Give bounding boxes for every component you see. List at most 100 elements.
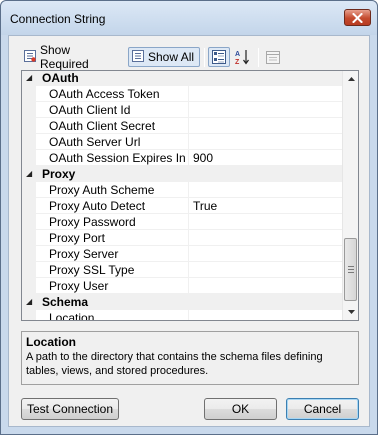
property-value[interactable] — [189, 262, 344, 278]
collapse-icon[interactable]: ◢ — [26, 74, 32, 82]
property-name[interactable]: Location — [36, 310, 189, 320]
row-gutter — [22, 86, 36, 102]
property-value[interactable] — [189, 246, 344, 262]
category-row[interactable]: ◢ Proxy — [22, 166, 344, 182]
all-list-icon — [132, 49, 144, 65]
property-row[interactable]: Proxy SSL Type — [22, 262, 344, 278]
category-row[interactable]: ◢ Schema — [22, 294, 344, 310]
property-row[interactable]: Proxy Password — [22, 214, 344, 230]
property-pages-button[interactable] — [262, 47, 284, 67]
show-required-button[interactable]: Show Required — [20, 43, 124, 71]
property-value[interactable] — [189, 134, 344, 150]
show-all-button[interactable]: Show All — [128, 47, 200, 67]
scrollbar-thumb[interactable] — [344, 238, 357, 301]
property-row[interactable]: Location — [22, 310, 344, 320]
property-value[interactable] — [189, 278, 344, 294]
row-gutter — [22, 262, 36, 278]
show-required-label: Show Required — [40, 43, 89, 71]
close-button[interactable] — [344, 9, 371, 26]
toolbar-separator — [204, 48, 205, 67]
property-value[interactable] — [189, 86, 344, 102]
dialog-body: Show Required Show All A Z ◢ OAuth OAuth… — [8, 35, 370, 427]
grip-line — [348, 269, 354, 270]
title-bar[interactable]: Connection String — [1, 1, 377, 35]
alphabetical-button[interactable]: A Z — [232, 47, 254, 67]
row-gutter — [22, 310, 36, 320]
test-connection-button[interactable]: Test Connection — [21, 398, 119, 420]
property-row[interactable]: OAuth Server Url — [22, 134, 344, 150]
grip-line — [348, 266, 354, 267]
property-row[interactable]: OAuth Session Expires In 900 — [22, 150, 344, 166]
property-row[interactable]: OAuth Access Token — [22, 86, 344, 102]
row-gutter — [22, 246, 36, 262]
property-row[interactable]: Proxy Auto Detect True — [22, 198, 344, 214]
row-gutter — [22, 134, 36, 150]
property-value[interactable] — [189, 230, 344, 246]
property-name[interactable]: OAuth Access Token — [36, 86, 189, 102]
property-row[interactable]: Proxy User — [22, 278, 344, 294]
property-name[interactable]: Proxy Auth Scheme — [36, 182, 189, 198]
chevron-down-icon — [347, 310, 355, 314]
category-label: Schema — [42, 295, 89, 309]
help-panel: Location A path to the directory that co… — [21, 331, 359, 385]
property-name[interactable]: OAuth Client Id — [36, 102, 189, 118]
property-row[interactable]: Proxy Port — [22, 230, 344, 246]
row-gutter — [22, 118, 36, 134]
property-grid: ◢ OAuth OAuth Access Token OAuth Client Id O… — [21, 70, 359, 321]
scroll-down-arrow[interactable] — [343, 304, 358, 320]
collapse-icon[interactable]: ◢ — [26, 298, 32, 306]
grip-line — [348, 272, 354, 273]
categorized-icon — [212, 50, 226, 64]
property-value[interactable] — [189, 214, 344, 230]
row-gutter — [22, 150, 36, 166]
property-name[interactable]: Proxy Password — [36, 214, 189, 230]
property-name[interactable]: OAuth Client Secret — [36, 118, 189, 134]
property-value[interactable] — [189, 182, 344, 198]
help-title: Location — [26, 335, 76, 349]
property-name[interactable]: Proxy SSL Type — [36, 262, 189, 278]
property-value[interactable] — [189, 118, 344, 134]
grid-toolbar: Show Required Show All A Z — [20, 43, 366, 71]
show-all-label: Show All — [148, 50, 195, 64]
collapse-icon[interactable]: ◢ — [26, 170, 32, 178]
help-description: A path to the directory that contains th… — [26, 351, 323, 377]
category-row[interactable]: ◢ OAuth — [22, 71, 344, 86]
row-gutter — [22, 102, 36, 118]
property-row[interactable]: OAuth Client Id — [22, 102, 344, 118]
property-value[interactable]: True — [189, 198, 344, 214]
row-gutter — [22, 214, 36, 230]
row-gutter — [22, 230, 36, 246]
property-row[interactable]: Proxy Auth Scheme — [22, 182, 344, 198]
chevron-up-icon — [347, 77, 355, 81]
row-gutter — [22, 278, 36, 294]
property-name[interactable]: Proxy Port — [36, 230, 189, 246]
toolbar-separator — [258, 48, 259, 67]
svg-text:Z: Z — [235, 59, 240, 65]
window-title: Connection String — [10, 12, 106, 26]
cancel-button[interactable]: Cancel — [286, 398, 359, 420]
ok-button[interactable]: OK — [204, 398, 277, 420]
close-icon — [352, 12, 363, 23]
row-gutter — [22, 198, 36, 214]
property-pages-icon — [266, 50, 280, 64]
scroll-up-arrow[interactable] — [343, 71, 358, 87]
required-list-icon — [24, 49, 36, 65]
property-row[interactable]: Proxy Server — [22, 246, 344, 262]
property-name[interactable]: Proxy Auto Detect — [36, 198, 189, 214]
dialog-window: Connection String Show Required Show All… — [0, 0, 378, 435]
row-gutter — [22, 182, 36, 198]
category-label: OAuth — [42, 71, 79, 85]
sort-az-icon: A Z — [235, 50, 249, 65]
property-name[interactable]: OAuth Server Url — [36, 134, 189, 150]
property-value[interactable]: 900 — [189, 150, 344, 166]
category-label: Proxy — [42, 167, 76, 181]
property-value[interactable] — [189, 102, 344, 118]
property-name[interactable]: Proxy User — [36, 278, 189, 294]
vertical-scrollbar[interactable] — [342, 71, 358, 320]
svg-text:A: A — [235, 51, 240, 58]
categorized-button[interactable] — [208, 47, 230, 67]
property-value[interactable] — [189, 310, 344, 320]
property-row[interactable]: OAuth Client Secret — [22, 118, 344, 134]
property-name[interactable]: OAuth Session Expires In — [36, 150, 189, 166]
property-name[interactable]: Proxy Server — [36, 246, 189, 262]
